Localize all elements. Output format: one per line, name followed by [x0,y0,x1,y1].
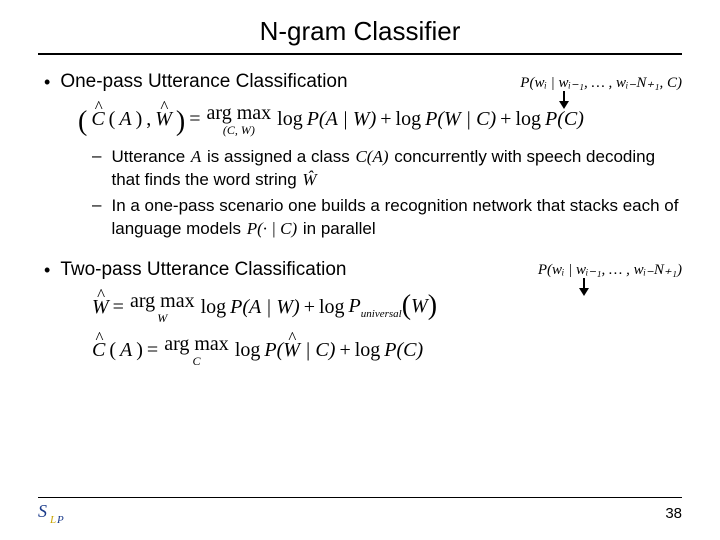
tail-formula-2: P(wᵢ | wᵢ₋₁, … , wᵢ₋N₊₁) [538,260,682,279]
svg-text:L: L [49,514,56,525]
dash-icon: – [92,146,101,192]
tail-formula-1: P(wᵢ | wᵢ₋₁, … , wᵢ₋N₊₁, C) [520,73,682,92]
bullet-text: One-pass Utterance Classification [60,71,347,93]
equation-one-pass: ( C (A) , W ) = arg max (C, W) log P(A |… [78,103,682,136]
svg-text:S: S [38,501,47,521]
argmax: arg max (C, W) [207,103,272,136]
bullet-two-pass: • Two-pass Utterance Classification P(wᵢ… [44,259,682,281]
argmax: arg max C [164,334,229,367]
bullet-dot: • [44,261,50,279]
equation-two-pass-1: W = arg max W log P(A | W) + log Puniver… [92,291,682,324]
argmax: arg max W [130,291,195,324]
sub-bullets-1: – Utterance A is assigned a class C(A) c… [92,146,682,241]
bullet-dot: • [44,73,50,91]
sub-bullet: – Utterance A is assigned a class C(A) c… [92,146,682,192]
equation-two-pass-2: C(A) = arg max C log P(W | C) + log P(C) [92,334,682,367]
logo-slp: S L P [38,499,72,530]
title-rule [38,53,682,55]
bullet-text: Two-pass Utterance Classification [60,259,346,281]
footer-rule [38,497,682,498]
dash-icon: – [92,195,101,241]
slide: N-gram Classifier • One-pass Utterance C… [0,0,720,540]
sub-bullet: – In a one-pass scenario one builds a re… [92,195,682,241]
arrow-down-icon [580,278,588,296]
bullet-one-pass: • One-pass Utterance Classification P(wᵢ… [44,71,682,93]
arrow-down-icon [560,91,568,109]
page-number: 38 [665,505,682,522]
slide-title: N-gram Classifier [38,16,682,47]
svg-text:P: P [56,514,64,525]
